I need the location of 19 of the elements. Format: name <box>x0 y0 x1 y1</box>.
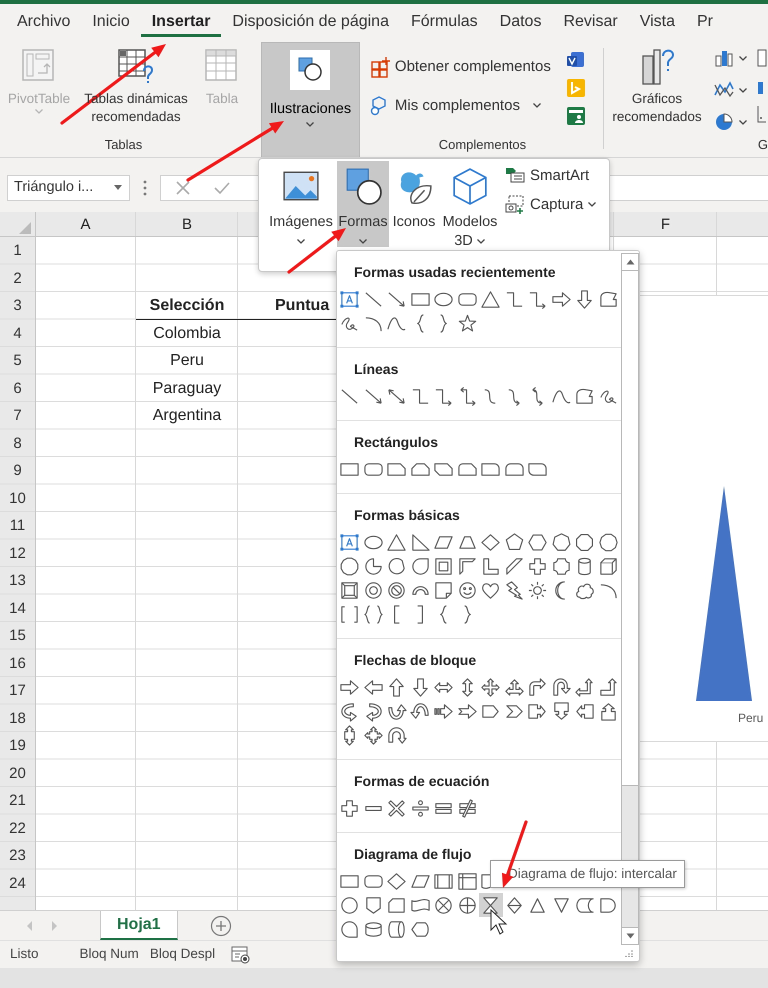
section-title: Formas de ecuación <box>353 772 490 791</box>
status-text: Bloq Num <box>80 945 139 964</box>
section-title: Diagrama de flujo <box>353 845 472 864</box>
section-title: Flechas de bloque <box>353 651 478 670</box>
section-title: Rectángulos <box>353 433 440 452</box>
section-title: Formas usadas recientemente <box>353 263 557 282</box>
status-text: Listo <box>10 945 39 964</box>
table-cell-text: Peru <box>169 351 205 371</box>
group-label: G <box>758 137 768 154</box>
group-label: Complementos <box>438 137 526 154</box>
section-title: Formas básicas <box>353 506 461 525</box>
status-text: Bloq Despl <box>150 945 216 964</box>
group-label: Tablas <box>104 137 142 154</box>
table-cell-text: Colombia <box>152 324 222 344</box>
section-title: Líneas <box>353 360 400 379</box>
axis-label: Peru <box>738 710 764 727</box>
table-cell: Selección <box>136 292 238 320</box>
table-cell-text: Argentina <box>152 406 222 426</box>
table-cell-text: Paraguay <box>152 378 222 398</box>
